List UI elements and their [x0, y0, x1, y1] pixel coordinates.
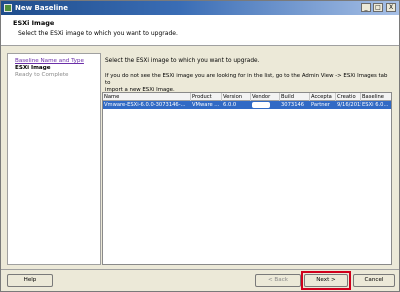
cell-build: 3073146	[281, 102, 305, 108]
column-header-baseline[interactable]: Baseline	[361, 93, 391, 101]
instruction-text: Select the ESXi image to which you want …	[105, 58, 260, 64]
wizard-steps: Baseline Name and Type ESXi Image Ready …	[7, 53, 101, 265]
table-row[interactable]: Vmware-ESXi-6.0.0-3073146-... VMware ...…	[103, 101, 391, 109]
window-title: New Baseline	[15, 4, 69, 12]
step-esxi-image: ESXi Image	[15, 65, 51, 71]
footer-divider	[1, 269, 399, 270]
step-baseline-name-and-type[interactable]: Baseline Name and Type	[15, 58, 84, 65]
next-button[interactable]: Next >	[304, 274, 348, 287]
step-ready-to-complete: Ready to Complete	[15, 72, 69, 78]
column-header-build[interactable]: Build	[280, 93, 310, 101]
column-header-vendor[interactable]: Vendor	[251, 93, 280, 101]
column-header-creation[interactable]: Creatio	[336, 93, 361, 101]
column-header-version[interactable]: Version	[222, 93, 251, 101]
cell-version: 6.0.0	[223, 102, 237, 108]
cell-name: Vmware-ESXi-6.0.0-3073146-...	[104, 102, 186, 108]
vendor-redaction	[252, 102, 270, 108]
title-bar[interactable]: New Baseline _ □ X	[1, 1, 399, 15]
page-title: ESXi Image	[13, 19, 55, 27]
cell-acceptance: Partner	[311, 102, 330, 108]
help-button[interactable]: Help	[7, 274, 53, 287]
cancel-button[interactable]: Cancel	[353, 274, 395, 287]
column-header-acceptance[interactable]: Accepta	[310, 93, 336, 101]
info-line-1: If you do not see the ESXi image you are…	[105, 73, 388, 86]
close-button[interactable]: X	[386, 3, 396, 12]
info-text: If you do not see the ESXi image you are…	[105, 73, 391, 94]
cell-product: VMware ...	[192, 102, 220, 108]
wizard-header: ESXi Image Select the ESXi image to whic…	[1, 15, 399, 46]
minimize-button[interactable]: _	[361, 3, 371, 12]
page-subtitle: Select the ESXi image to which you want …	[18, 30, 178, 37]
cell-creation: 9/16/2015	[337, 102, 361, 108]
maximize-button[interactable]: □	[373, 3, 383, 12]
esxi-image-table[interactable]: Name Product Version Vendor Build Accept…	[102, 92, 392, 265]
back-button[interactable]: < Back	[255, 274, 301, 287]
table-header: Name Product Version Vendor Build Accept…	[103, 93, 391, 101]
column-header-product[interactable]: Product	[191, 93, 222, 101]
column-header-name[interactable]: Name	[103, 93, 191, 101]
new-baseline-dialog: New Baseline _ □ X ESXi Image Select the…	[0, 0, 400, 292]
cell-baseline: ESXi 6.0...	[362, 102, 389, 108]
app-icon	[4, 4, 12, 12]
